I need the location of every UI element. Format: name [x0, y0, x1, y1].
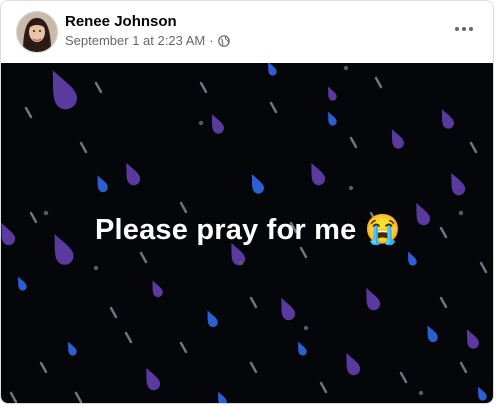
avatar[interactable]	[16, 11, 58, 53]
rain-streak	[124, 331, 133, 344]
rain-streak	[9, 391, 18, 403]
raindrop	[152, 280, 163, 298]
raindrop	[18, 276, 27, 291]
more-dot	[462, 27, 466, 31]
raindrop	[391, 129, 404, 149]
raindrop	[346, 352, 361, 376]
raindrop	[328, 111, 337, 126]
rain-streak	[374, 76, 383, 89]
raindrop	[97, 175, 108, 193]
raindrop	[478, 386, 487, 401]
rain-streak	[24, 106, 33, 119]
rain-streak	[399, 371, 408, 384]
post-meta: September 1 at 2:23 AM ·	[65, 33, 230, 48]
post-card: Renee Johnson September 1 at 2:23 AM · P…	[0, 0, 494, 404]
rain-streak	[179, 341, 188, 354]
rain-streak	[74, 391, 83, 403]
rain-streak	[459, 361, 468, 374]
rain-streak	[319, 381, 328, 394]
raindrop	[68, 341, 77, 356]
rain-dot	[418, 390, 424, 396]
raindrop	[126, 162, 141, 186]
meta-separator: ·	[209, 33, 214, 48]
raindrop	[451, 172, 466, 196]
raindrop	[311, 162, 326, 186]
rain-dot	[93, 265, 99, 271]
raindrop	[207, 310, 218, 328]
raindrop	[52, 70, 77, 110]
rain-streak	[39, 361, 48, 374]
raindrop	[427, 325, 438, 343]
avatar-image	[17, 12, 57, 52]
rain-streak	[94, 81, 103, 94]
rain-streak	[249, 296, 258, 309]
rain-dot	[343, 65, 349, 71]
rain-streak	[199, 81, 208, 94]
rain-streak	[269, 101, 278, 114]
raindrop	[218, 391, 227, 403]
post-background-image[interactable]: Please pray for me 😭	[1, 63, 493, 403]
rain-streak	[109, 306, 118, 319]
post-timestamp[interactable]: September 1 at 2:23 AM	[65, 33, 205, 48]
globe-icon	[217, 34, 230, 47]
crying-emoji-icon: 😭	[364, 214, 402, 246]
rain-streak	[249, 361, 258, 374]
rain-streak	[439, 296, 448, 309]
rain-streak	[299, 246, 308, 259]
rain-dot	[238, 260, 244, 266]
raindrop	[268, 63, 277, 76]
rain-streak	[179, 201, 188, 214]
raindrop	[466, 329, 479, 349]
rain-streak	[349, 136, 358, 149]
author-name[interactable]: Renee Johnson	[65, 13, 177, 30]
raindrop	[298, 341, 307, 356]
rain-streak	[479, 261, 488, 274]
raindrop	[328, 86, 337, 101]
rain-streak	[79, 141, 88, 154]
post-text: Please pray for me 😭	[1, 213, 493, 247]
more-dot	[455, 27, 459, 31]
raindrop	[251, 174, 264, 194]
rain-streak	[139, 251, 148, 264]
raindrop	[146, 367, 161, 391]
more-options-button[interactable]	[449, 17, 479, 41]
post-text-content: Please pray for me	[94, 214, 357, 246]
raindrop	[441, 109, 454, 129]
rain-dot	[348, 185, 354, 191]
raindrop	[366, 287, 381, 311]
rain-streak	[469, 141, 478, 154]
more-dot	[469, 27, 473, 31]
rain-dot	[303, 325, 309, 331]
raindrop	[211, 114, 224, 134]
rain-dot	[198, 120, 204, 126]
post-header: Renee Johnson September 1 at 2:23 AM ·	[1, 1, 493, 63]
raindrop	[281, 297, 296, 321]
raindrop	[408, 251, 417, 266]
